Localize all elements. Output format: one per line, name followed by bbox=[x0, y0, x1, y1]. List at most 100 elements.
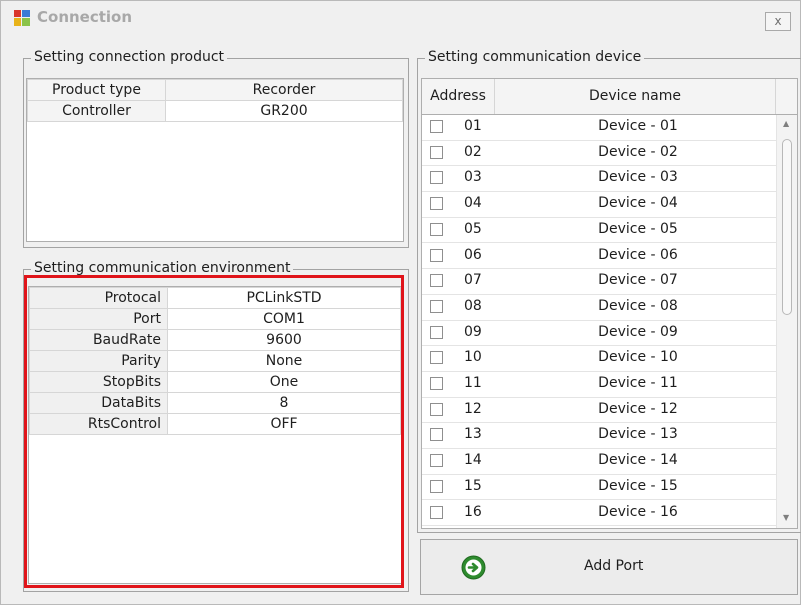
product-value-cell[interactable]: GR200 bbox=[165, 100, 403, 122]
list-item[interactable]: 08 Device - 08 bbox=[422, 295, 776, 321]
close-icon: x bbox=[774, 14, 782, 28]
env-key-port: Port bbox=[29, 308, 168, 330]
device-checkbox[interactable] bbox=[430, 428, 443, 442]
scroll-down-icon[interactable]: ▼ bbox=[783, 513, 789, 522]
device-checkbox[interactable] bbox=[430, 454, 443, 468]
table-row[interactable]: Protocal PCLinkSTD bbox=[29, 287, 401, 309]
device-name: Device - 04 bbox=[598, 195, 678, 212]
table-row[interactable]: RtsControl OFF bbox=[29, 413, 401, 435]
list-item[interactable]: 12 Device - 12 bbox=[422, 398, 776, 424]
window-title: Connection bbox=[37, 8, 133, 26]
list-item[interactable]: 13 Device - 13 bbox=[422, 423, 776, 450]
device-checkbox[interactable] bbox=[430, 222, 443, 236]
env-value-port[interactable]: COM1 bbox=[167, 308, 401, 330]
device-address: 05 bbox=[464, 220, 482, 237]
device-checkbox[interactable] bbox=[430, 197, 443, 211]
device-address: 16 bbox=[464, 503, 482, 520]
list-item[interactable]: 15 Device - 15 bbox=[422, 475, 776, 501]
list-item[interactable]: 03 Device - 03 bbox=[422, 166, 776, 193]
device-name: Device - 08 bbox=[598, 297, 678, 314]
product-group-label: Setting connection product bbox=[31, 49, 228, 65]
device-address: 03 bbox=[464, 169, 482, 186]
connection-window: Connection x Setting connection product … bbox=[0, 0, 801, 605]
env-value-rtscontrol[interactable]: OFF bbox=[167, 413, 401, 435]
device-name: Device - 01 bbox=[598, 118, 678, 134]
device-checkbox[interactable] bbox=[430, 351, 443, 365]
scroll-up-icon[interactable]: ▲ bbox=[783, 119, 789, 128]
list-item[interactable]: 01 Device - 01 bbox=[422, 115, 776, 141]
device-name: Device - 16 bbox=[598, 503, 678, 520]
device-grid-header: Address Device name bbox=[421, 78, 798, 115]
device-name: Device - 02 bbox=[598, 143, 678, 160]
device-name: Device - 15 bbox=[598, 477, 678, 494]
close-button[interactable]: x bbox=[765, 12, 791, 31]
app-window-icon bbox=[14, 10, 30, 26]
table-row[interactable]: Parity None bbox=[29, 350, 401, 372]
env-key-protocal: Protocal bbox=[29, 287, 168, 309]
list-item[interactable]: 09 Device - 09 bbox=[422, 321, 776, 347]
table-row[interactable]: BaudRate 9600 bbox=[29, 329, 401, 351]
table-row[interactable]: StopBits One bbox=[29, 371, 401, 393]
product-key-cell: Controller bbox=[27, 100, 166, 122]
list-item[interactable]: 04 Device - 04 bbox=[422, 192, 776, 218]
device-name: Device - 07 bbox=[598, 272, 678, 289]
device-address: 02 bbox=[464, 143, 482, 160]
device-address: 06 bbox=[464, 246, 482, 263]
device-name: Device - 05 bbox=[598, 220, 678, 237]
table-row[interactable]: Port COM1 bbox=[29, 308, 401, 330]
device-checkbox[interactable] bbox=[430, 299, 443, 313]
device-checkbox[interactable] bbox=[430, 171, 443, 185]
device-address: 07 bbox=[464, 272, 482, 289]
device-name: Device - 13 bbox=[598, 426, 678, 443]
device-checkbox[interactable] bbox=[430, 248, 443, 262]
device-checkbox[interactable] bbox=[430, 402, 443, 416]
list-item[interactable]: 02 Device - 02 bbox=[422, 141, 776, 167]
product-type-header: Product type bbox=[27, 79, 166, 101]
device-checkbox[interactable] bbox=[430, 377, 443, 390]
env-key-stopbits: StopBits bbox=[29, 371, 168, 393]
device-name: Device - 12 bbox=[598, 400, 678, 417]
device-name: Device - 09 bbox=[598, 323, 678, 340]
device-address: 13 bbox=[464, 426, 482, 443]
device-address: 11 bbox=[464, 375, 482, 391]
env-value-protocal[interactable]: PCLinkSTD bbox=[167, 287, 401, 309]
device-checkbox[interactable] bbox=[430, 120, 443, 133]
device-checkbox[interactable] bbox=[430, 145, 443, 159]
device-address: 14 bbox=[464, 452, 482, 469]
device-group-label: Setting communication device bbox=[425, 49, 645, 65]
device-scrollbar[interactable]: ▲ ▼ bbox=[776, 115, 797, 528]
list-item[interactable]: 11 Device - 11 bbox=[422, 372, 776, 398]
env-value-parity[interactable]: None bbox=[167, 350, 401, 372]
table-row[interactable]: Controller GR200 bbox=[27, 100, 403, 122]
env-value-stopbits[interactable]: One bbox=[167, 371, 401, 393]
list-item[interactable]: 05 Device - 05 bbox=[422, 218, 776, 244]
env-value-baudrate[interactable]: 9600 bbox=[167, 329, 401, 351]
device-name-column-header[interactable]: Device name bbox=[495, 79, 776, 114]
device-checkbox[interactable] bbox=[430, 505, 443, 519]
device-name: Device - 11 bbox=[598, 375, 678, 391]
list-item[interactable]: 14 Device - 14 bbox=[422, 449, 776, 475]
environment-grid: Protocal PCLinkSTD Port COM1 BaudRate 96… bbox=[28, 286, 402, 584]
device-name: Device - 14 bbox=[598, 452, 678, 469]
device-address: 15 bbox=[464, 477, 482, 494]
add-port-button[interactable]: Add Port bbox=[420, 539, 798, 595]
add-port-label: Add Port bbox=[584, 558, 644, 574]
list-item[interactable]: 16 Device - 16 bbox=[422, 501, 776, 527]
recorder-header: Recorder bbox=[165, 79, 403, 101]
list-item[interactable]: 10 Device - 10 bbox=[422, 346, 776, 372]
device-address: 10 bbox=[464, 349, 482, 366]
list-item[interactable]: 07 Device - 07 bbox=[422, 269, 776, 295]
device-name: Device - 03 bbox=[598, 169, 678, 186]
device-checkbox[interactable] bbox=[430, 325, 443, 339]
device-name: Device - 06 bbox=[598, 246, 678, 263]
table-row[interactable]: DataBits 8 bbox=[29, 392, 401, 414]
address-column-header[interactable]: Address bbox=[422, 79, 495, 114]
env-key-rtscontrol: RtsControl bbox=[29, 413, 168, 435]
device-address: 01 bbox=[464, 118, 482, 134]
device-checkbox[interactable] bbox=[430, 274, 443, 288]
list-item[interactable]: 06 Device - 06 bbox=[422, 244, 776, 270]
env-value-databits[interactable]: 8 bbox=[167, 392, 401, 414]
device-checkbox[interactable] bbox=[430, 479, 443, 493]
env-key-parity: Parity bbox=[29, 350, 168, 372]
scrollbar-thumb[interactable] bbox=[782, 139, 792, 315]
